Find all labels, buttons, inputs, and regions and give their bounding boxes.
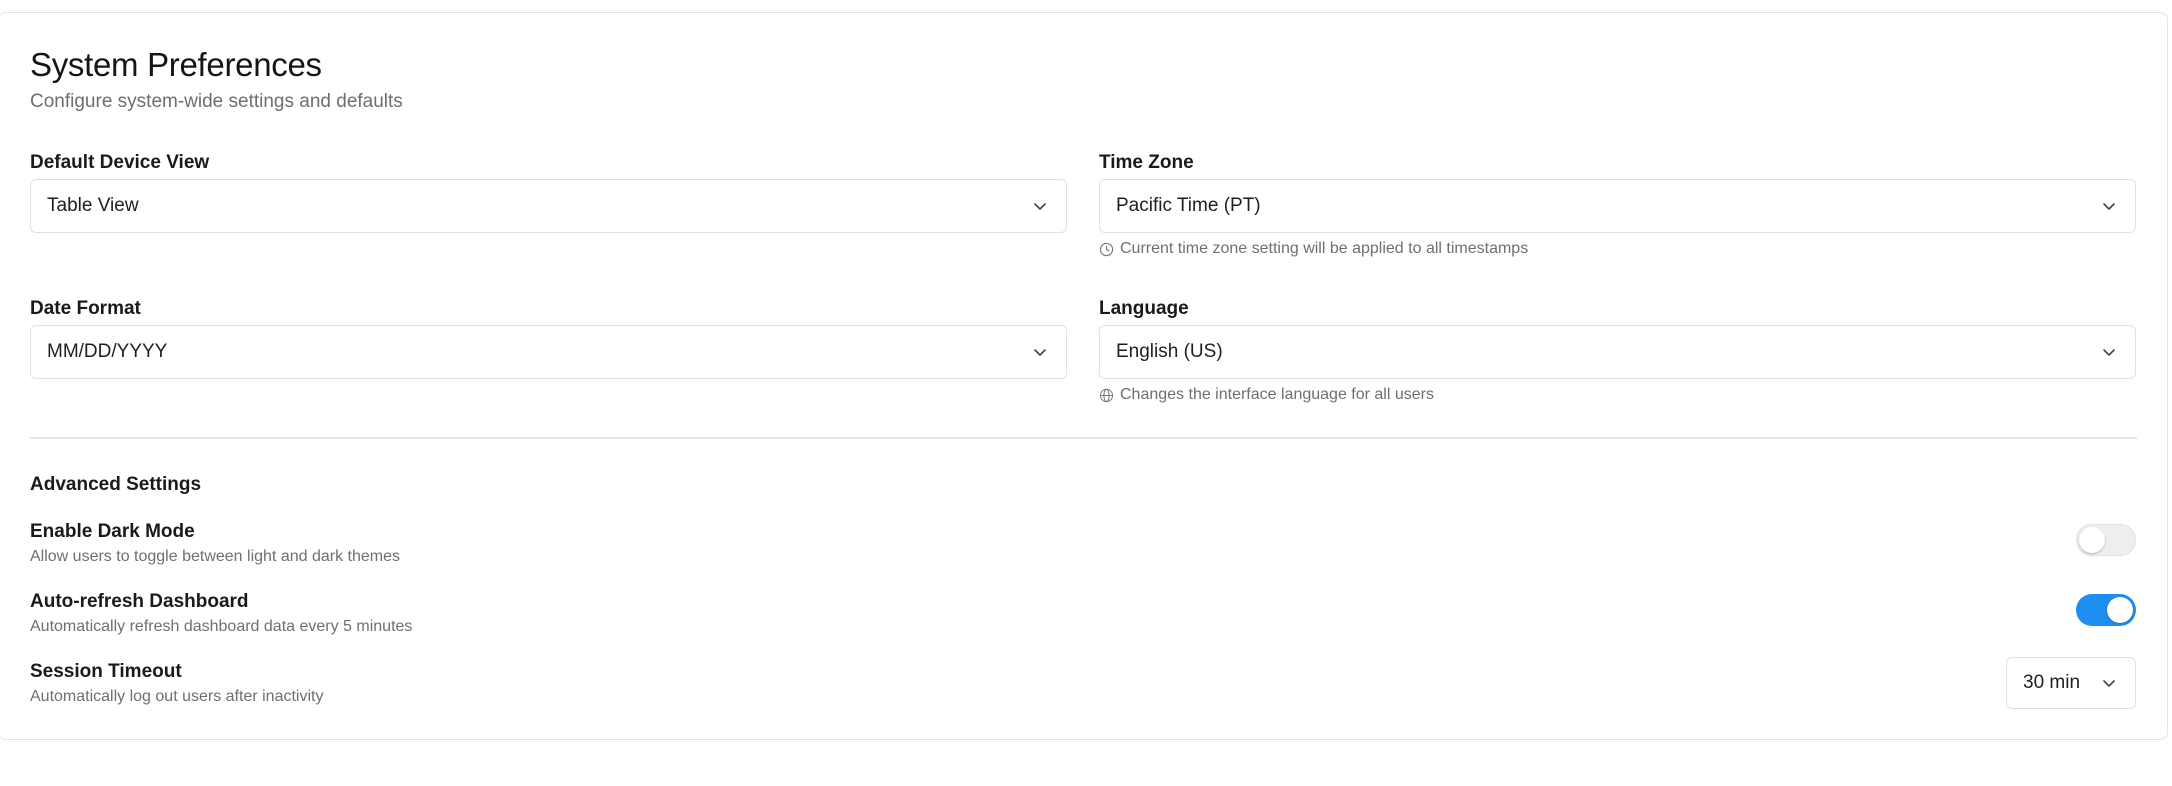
advanced-settings-title: Advanced Settings <box>30 474 202 495</box>
dark-mode-title: Enable Dark Mode <box>30 521 195 542</box>
language-hint: Changes the interface language for all u… <box>1099 386 1434 404</box>
auto-refresh-title: Auto-refresh Dashboard <box>30 591 249 612</box>
language-value: English (US) <box>1116 341 1223 362</box>
date-format-label: Date Format <box>30 298 141 319</box>
date-format-select[interactable]: MM/DD/YYYY <box>30 325 1067 379</box>
section-divider <box>30 437 2137 439</box>
time-zone-select[interactable]: Pacific Time (PT) <box>1099 179 2136 233</box>
clock-icon <box>1099 242 1114 256</box>
globe-icon <box>1099 388 1114 402</box>
session-timeout-select[interactable]: 30 min <box>2006 657 2136 709</box>
toggle-knob <box>2079 527 2105 553</box>
chevron-down-icon <box>2103 203 2115 210</box>
toggle-knob <box>2107 597 2133 623</box>
time-zone-value: Pacific Time (PT) <box>1116 195 1261 216</box>
language-select[interactable]: English (US) <box>1099 325 2136 379</box>
chevron-down-icon <box>2103 680 2115 687</box>
date-format-value: MM/DD/YYYY <box>47 341 168 362</box>
session-timeout-title: Session Timeout <box>30 661 182 682</box>
chevron-down-icon <box>1034 349 1046 356</box>
device-view-select[interactable]: Table View <box>30 179 1067 233</box>
auto-refresh-toggle[interactable] <box>2076 594 2136 626</box>
device-view-label: Default Device View <box>30 152 210 173</box>
session-timeout-description: Automatically log out users after inacti… <box>30 688 324 705</box>
time-zone-hint-text: Current time zone setting will be applie… <box>1120 240 1529 257</box>
language-hint-text: Changes the interface language for all u… <box>1120 386 1434 403</box>
dark-mode-description: Allow users to toggle between light and … <box>30 548 400 565</box>
language-label: Language <box>1099 298 1189 319</box>
auto-refresh-description: Automatically refresh dashboard data eve… <box>30 618 413 635</box>
page-subtitle: Configure system-wide settings and defau… <box>30 91 403 112</box>
dark-mode-toggle[interactable] <box>2076 524 2136 556</box>
time-zone-label: Time Zone <box>1099 152 1194 173</box>
session-timeout-value: 30 min <box>2023 672 2081 693</box>
chevron-down-icon <box>2103 349 2115 356</box>
page-title: System Preferences <box>30 46 322 83</box>
time-zone-hint: Current time zone setting will be applie… <box>1099 240 1528 258</box>
chevron-down-icon <box>1034 203 1046 210</box>
device-view-value: Table View <box>47 195 139 216</box>
